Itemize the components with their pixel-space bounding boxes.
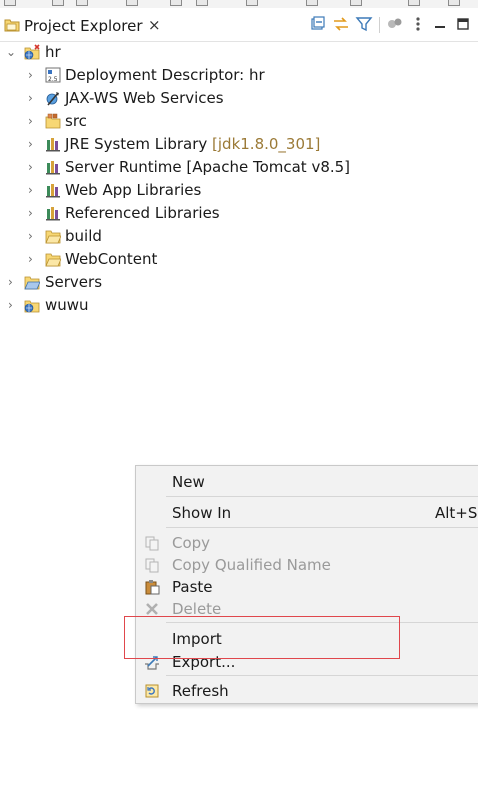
copy-icon xyxy=(145,536,159,551)
library-icon xyxy=(46,161,60,175)
view-tab-bar: Project Explorer × xyxy=(0,8,478,42)
tree-item-label: src xyxy=(65,112,87,130)
tree-item-label: WebContent xyxy=(65,250,158,268)
toolbar-icon[interactable] xyxy=(4,0,16,6)
tree-item-label: JAX-WS Web Services xyxy=(65,89,224,107)
menu-separator xyxy=(166,622,478,623)
menu-item-label: New xyxy=(172,473,205,491)
menu-item-label: Import xyxy=(172,630,222,648)
menu-item-label: Copy xyxy=(172,534,211,552)
paste-icon xyxy=(145,580,160,595)
menu-item-delete[interactable]: Delete xyxy=(136,598,478,620)
folder-icon xyxy=(45,253,61,267)
menu-item-new[interactable]: New xyxy=(136,471,478,493)
chevron-right-icon[interactable]: › xyxy=(28,202,38,225)
close-icon[interactable]: × xyxy=(148,16,161,34)
tree-item-label: hr xyxy=(45,43,61,61)
chevron-right-icon[interactable]: › xyxy=(28,110,38,133)
project-icon xyxy=(24,300,40,313)
tree-item-label-group: JRE System Library [jdk1.8.0_301] xyxy=(65,135,320,153)
tree-item-decoration: [jdk1.8.0_301] xyxy=(212,135,321,153)
servers-folder-icon xyxy=(24,276,40,290)
view-menu-icon[interactable] xyxy=(409,15,427,33)
menu-item-export[interactable]: Export... xyxy=(136,651,478,673)
chevron-right-icon[interactable]: › xyxy=(28,64,38,87)
toolbar-icon[interactable] xyxy=(306,0,318,6)
toolbar-icon[interactable] xyxy=(126,0,138,6)
toolbar-icon[interactable] xyxy=(76,0,88,6)
chevron-right-icon[interactable]: › xyxy=(28,225,38,248)
menu-item-label: Paste xyxy=(172,578,213,596)
menu-separator xyxy=(166,527,478,528)
library-icon xyxy=(46,138,60,152)
tree-item-label: build xyxy=(65,227,102,245)
tree-item-label: Servers xyxy=(45,273,103,291)
link-with-editor-icon[interactable] xyxy=(332,15,350,33)
menu-separator xyxy=(166,675,478,676)
chevron-right-icon[interactable]: › xyxy=(28,179,38,202)
refresh-icon xyxy=(145,684,159,698)
chevron-down-icon[interactable]: ⌄ xyxy=(6,41,16,64)
filter-icon[interactable] xyxy=(355,15,373,33)
menu-item-copy-qualified-name[interactable]: Copy Qualified Name xyxy=(136,554,478,576)
chevron-right-icon[interactable]: › xyxy=(28,156,38,179)
chevron-right-icon[interactable]: › xyxy=(8,294,18,317)
delete-icon xyxy=(146,603,158,615)
focus-icon[interactable] xyxy=(386,15,404,33)
library-icon xyxy=(46,207,60,221)
web-project-icon xyxy=(24,44,40,60)
menu-item-label: Refresh xyxy=(172,682,229,700)
toolbar-icon[interactable] xyxy=(246,0,258,6)
chevron-right-icon[interactable]: › xyxy=(28,133,38,156)
chevron-right-icon[interactable]: › xyxy=(28,248,38,271)
menu-item-label: Copy Qualified Name xyxy=(172,556,331,574)
toolbar-icon[interactable] xyxy=(408,0,420,6)
context-menu: New Show In Alt+Sh Copy Copy Qualified N… xyxy=(135,465,478,704)
chevron-right-icon[interactable]: › xyxy=(8,271,18,294)
tab-label: Project Explorer xyxy=(24,17,143,35)
menu-separator xyxy=(166,496,478,497)
menu-item-paste[interactable]: Paste xyxy=(136,576,478,598)
maximize-icon[interactable] xyxy=(454,15,472,33)
menu-item-show-in[interactable]: Show In Alt+Sh xyxy=(136,502,478,524)
toolbar-icon[interactable] xyxy=(448,0,460,6)
tree-item-label: Web App Libraries xyxy=(65,181,202,199)
project-explorer-icon xyxy=(4,19,20,32)
tree-item-label: Server Runtime [Apache Tomcat v8.5] xyxy=(65,158,351,176)
menu-item-label: Delete xyxy=(172,600,222,618)
toolbar-icon[interactable] xyxy=(170,0,182,6)
tree-item-label: wuwu xyxy=(45,296,89,314)
toolbar-icon[interactable] xyxy=(196,0,208,6)
menu-item-import[interactable]: Import xyxy=(136,628,478,650)
menu-item-refresh[interactable]: Refresh xyxy=(136,680,478,702)
toolbar-icon[interactable] xyxy=(350,0,362,6)
menu-item-label: Export... xyxy=(172,653,236,671)
collapse-all-icon[interactable] xyxy=(309,15,327,33)
tree-item-label: Deployment Descriptor: hr xyxy=(65,66,265,84)
folder-icon xyxy=(45,230,61,244)
toolbar-icon[interactable] xyxy=(52,0,64,6)
menu-item-shortcut: Alt+Sh xyxy=(435,504,478,522)
tree-item-label: JRE System Library xyxy=(65,135,208,153)
menu-item-label: Show In xyxy=(172,504,232,522)
menu-item-copy[interactable]: Copy xyxy=(136,532,478,554)
export-icon xyxy=(145,656,159,670)
tree-item-label: Referenced Libraries xyxy=(65,204,220,222)
chevron-right-icon[interactable]: › xyxy=(28,87,38,110)
source-folder-icon xyxy=(45,113,61,129)
web-services-icon xyxy=(46,92,59,106)
tab-project-explorer[interactable]: Project Explorer × xyxy=(0,8,168,41)
toolbar-separator xyxy=(379,17,380,33)
deployment-descriptor-icon: 2.5 xyxy=(45,67,61,83)
copy-qualified-name-icon xyxy=(145,558,159,573)
svg-text:2.5: 2.5 xyxy=(48,76,58,83)
minimize-icon[interactable] xyxy=(431,15,449,33)
library-icon xyxy=(46,184,60,198)
